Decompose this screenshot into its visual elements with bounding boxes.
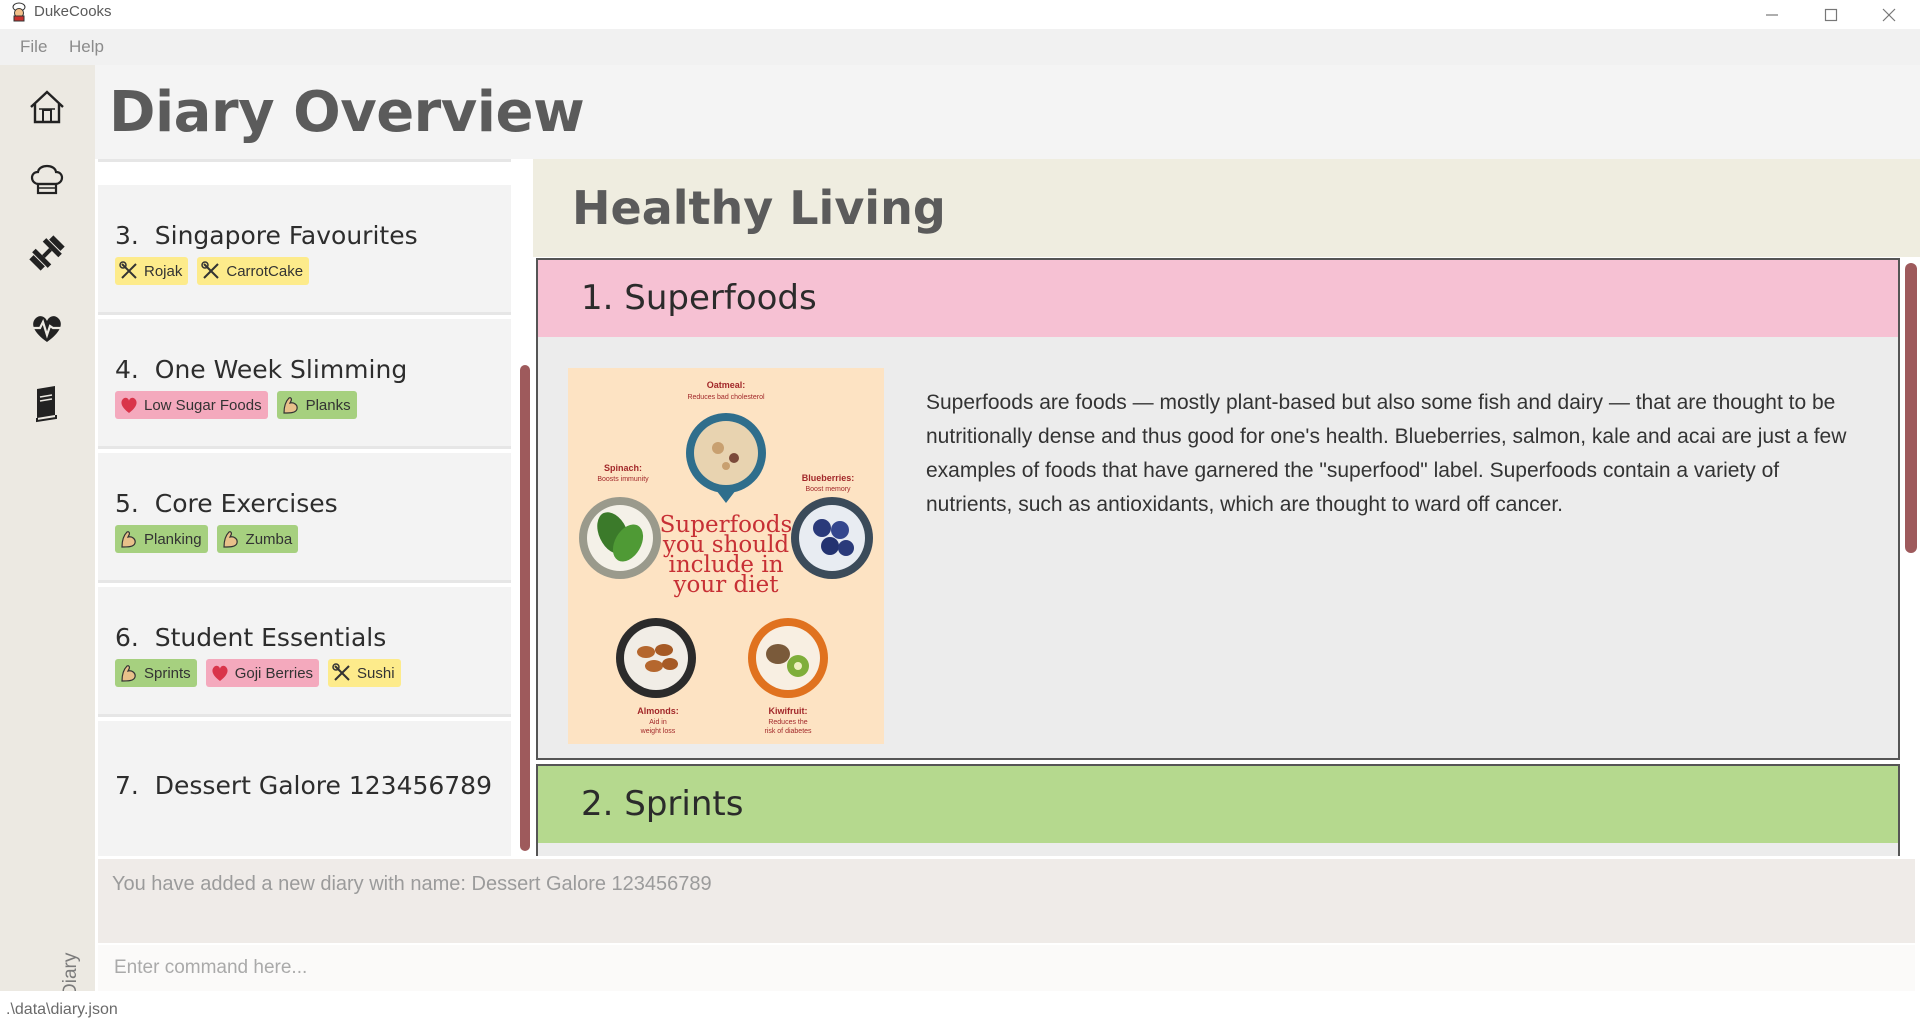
svg-text:Kiwifruit:: Kiwifruit: bbox=[769, 706, 808, 716]
minimize-icon bbox=[1766, 13, 1778, 16]
page-heading: 2. Sprints bbox=[581, 784, 744, 824]
maximize-button[interactable] bbox=[1802, 0, 1860, 29]
page-section: 1. Superfoods Oatmeal: Reduces bad chole… bbox=[536, 258, 1900, 760]
home-icon[interactable] bbox=[27, 87, 67, 127]
svg-text:Reduces the: Reduces the bbox=[768, 719, 807, 726]
diary-title: 4. One Week Slimming bbox=[115, 355, 408, 384]
detail-header: Healthy Living bbox=[533, 159, 1920, 257]
diary-detail: Healthy Living 1. Superfoods Oatmeal: Re… bbox=[533, 159, 1920, 856]
chef-hat-icon[interactable] bbox=[27, 159, 67, 199]
minimize-button[interactable] bbox=[1743, 0, 1801, 29]
dumbbell-icon[interactable] bbox=[27, 233, 67, 273]
close-icon bbox=[1882, 8, 1896, 21]
list-scrollbar[interactable] bbox=[520, 365, 530, 851]
heartbeat-icon[interactable] bbox=[27, 308, 67, 348]
svg-text:Reduces bad cholesterol: Reduces bad cholesterol bbox=[687, 394, 764, 401]
result-display: You have added a new diary with name: De… bbox=[98, 859, 1915, 943]
utensils-icon bbox=[332, 663, 350, 681]
svg-text:weight loss: weight loss bbox=[640, 728, 676, 735]
list-item[interactable]: 7. Dessert Galore 123456789 bbox=[98, 721, 511, 856]
list-item[interactable]: 5. Core Exercises Planking Zumba bbox=[98, 453, 511, 583]
bicep-icon bbox=[121, 665, 136, 682]
result-message: You have added a new diary with name: De… bbox=[112, 873, 712, 895]
menu-file[interactable]: File bbox=[20, 37, 47, 57]
heart-icon bbox=[212, 665, 228, 681]
svg-text:Oatmeal:: Oatmeal: bbox=[707, 380, 746, 390]
svg-text:your diet: your diet bbox=[673, 572, 780, 598]
exercise-tag: Planking bbox=[115, 525, 208, 553]
bicep-icon bbox=[222, 531, 238, 548]
page-section: 2. Sprints bbox=[536, 764, 1900, 856]
page-heading: 1. Superfoods bbox=[581, 278, 817, 318]
svg-text:Almonds:: Almonds: bbox=[637, 706, 679, 716]
svg-text:Boost memory: Boost memory bbox=[805, 486, 851, 493]
meal-tag: Rojak bbox=[115, 257, 189, 285]
app-title: DukeCooks bbox=[34, 3, 112, 20]
svg-text:Spinach:: Spinach: bbox=[604, 463, 642, 473]
health-tag: Low Sugar Foods bbox=[115, 391, 268, 419]
diary-title: 3. Singapore Favourites bbox=[115, 221, 418, 250]
page-section-header: 2. Sprints bbox=[538, 766, 1898, 843]
sidebar: Diary bbox=[0, 65, 95, 997]
page-title: Diary Overview bbox=[109, 80, 585, 145]
exercise-tag: Planks bbox=[276, 391, 357, 419]
diary-tags: Rojak CarrotCake bbox=[115, 257, 310, 285]
close-button[interactable] bbox=[1860, 0, 1918, 29]
heart-icon bbox=[121, 397, 137, 413]
menu-bar: File Help bbox=[0, 29, 1920, 65]
diary-tags: Planking Zumba bbox=[115, 525, 299, 553]
diary-title: 7. Dessert Galore 123456789 bbox=[115, 771, 492, 800]
menu-help[interactable]: Help bbox=[69, 37, 104, 57]
duke-chef-icon bbox=[12, 2, 26, 22]
svg-text:risk of diabetes: risk of diabetes bbox=[764, 728, 812, 735]
page-section-header: 1. Superfoods bbox=[538, 260, 1898, 337]
title-bar: DukeCooks bbox=[0, 0, 1920, 29]
superfoods-image: Oatmeal: Reduces bad cholesterol Spinach… bbox=[568, 368, 884, 744]
page-description: Superfoods are foods — mostly plant-base… bbox=[926, 391, 1847, 516]
command-input[interactable] bbox=[98, 945, 1915, 991]
status-bar: .\data\diary.json bbox=[0, 991, 1920, 1030]
utensils-icon bbox=[119, 261, 137, 279]
bicep-icon bbox=[282, 397, 298, 414]
list-item[interactable] bbox=[98, 159, 511, 162]
superfoods-poster: Oatmeal: Reduces bad cholesterol Spinach… bbox=[579, 380, 873, 735]
diary-book-icon[interactable] bbox=[27, 383, 67, 423]
diary-title: 6. Student Essentials bbox=[115, 623, 387, 652]
bicep-icon bbox=[121, 531, 136, 548]
list-item[interactable]: 6. Student Essentials Sprints Goji Berri… bbox=[98, 587, 511, 717]
data-file-path: .\data\diary.json bbox=[6, 1001, 118, 1018]
health-tag: Goji Berries bbox=[205, 659, 320, 687]
exercise-tag: Zumba bbox=[216, 525, 299, 553]
list-item[interactable]: 3. Singapore Favourites Rojak CarrotCake bbox=[98, 185, 511, 315]
svg-text:Blueberries:: Blueberries: bbox=[802, 473, 855, 483]
diary-title: 5. Core Exercises bbox=[115, 489, 338, 518]
diary-list: 3. Singapore Favourites Rojak CarrotCake… bbox=[95, 159, 515, 856]
meal-tag: Sushi bbox=[328, 659, 401, 687]
diary-tags: Low Sugar Foods Planks bbox=[115, 391, 357, 419]
diary-tags: Sprints Goji Berries Sushi bbox=[115, 659, 401, 687]
diary-detail-title: Healthy Living bbox=[572, 181, 946, 235]
utensils-icon bbox=[201, 261, 220, 279]
svg-text:Aid in: Aid in bbox=[649, 719, 667, 726]
list-item[interactable]: 4. One Week Slimming Low Sugar Foods Pla… bbox=[98, 319, 511, 449]
detail-scrollbar[interactable] bbox=[1905, 263, 1917, 553]
exercise-tag: Sprints bbox=[115, 659, 197, 687]
meal-tag: CarrotCake bbox=[197, 257, 310, 285]
maximize-icon bbox=[1824, 8, 1838, 21]
svg-text:Boosts immunity: Boosts immunity bbox=[597, 476, 649, 483]
